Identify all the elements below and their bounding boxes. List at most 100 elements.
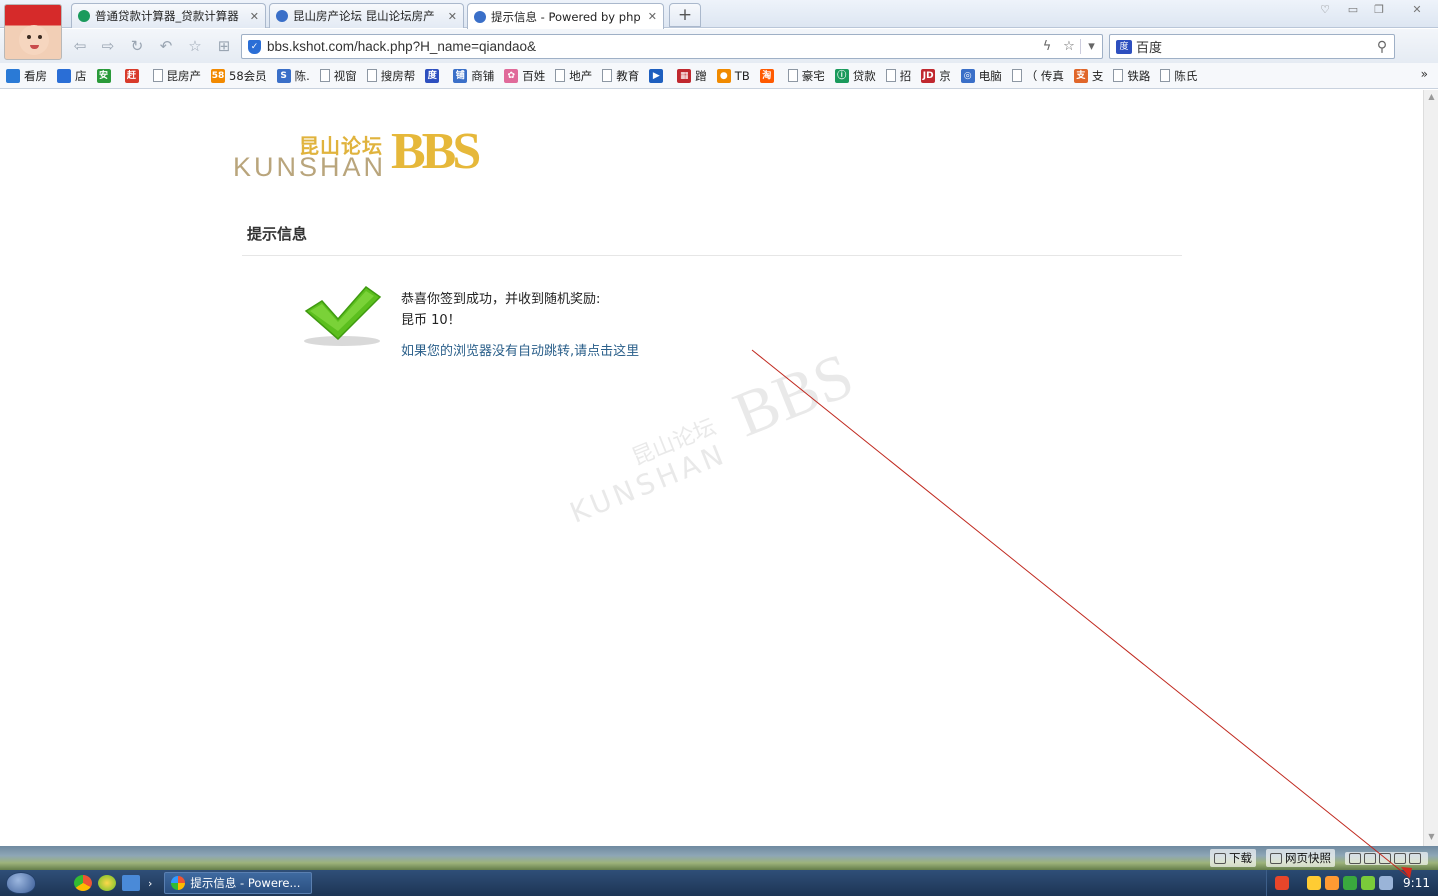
baidu-paw-icon[interactable]: 度 bbox=[1116, 39, 1132, 54]
qq-tray-icon[interactable] bbox=[1307, 876, 1322, 890]
tab-loan-calculator[interactable]: 普通贷款计算器_贷款计算器 ✕ bbox=[71, 3, 266, 28]
shield-tray-icon[interactable] bbox=[1343, 876, 1358, 890]
close-icon[interactable]: ✕ bbox=[648, 10, 657, 23]
search-icon[interactable]: ⚲ bbox=[1370, 39, 1394, 55]
clock[interactable]: 9:11 bbox=[1403, 876, 1430, 890]
address-url[interactable]: bbs.kshot.com/hack.php?H_name=qiandao& bbox=[267, 39, 1036, 54]
vertical-scrollbar[interactable]: ▲ ▼ bbox=[1423, 90, 1438, 846]
bookmark-item[interactable]: 安 bbox=[96, 68, 115, 83]
bookmark-item[interactable]: 店 bbox=[57, 68, 87, 84]
quicklaunch-chevron-icon[interactable]: › bbox=[148, 877, 152, 890]
bookmark-item[interactable]: ✿ 百姓 bbox=[504, 68, 545, 84]
success-check-icon bbox=[304, 285, 382, 346]
bookmark-label: 电脑 bbox=[978, 68, 1002, 83]
minimize-icon[interactable]: ▭ bbox=[1342, 2, 1364, 18]
snapshot-button[interactable]: 网页快照 bbox=[1266, 849, 1335, 867]
bookmark-item[interactable]: ▶ bbox=[649, 68, 667, 83]
tab-message[interactable]: 提示信息 - Powered by php ✕ bbox=[467, 3, 664, 29]
bookmark-item[interactable]: （ 传真 bbox=[1011, 68, 1064, 84]
logo-bbs: BBS bbox=[391, 123, 481, 180]
bookmarks-more-icon[interactable]: » bbox=[1421, 67, 1428, 81]
lightning-icon[interactable]: ϟ bbox=[1036, 39, 1058, 54]
tab-label: 提示信息 - Powered by php bbox=[491, 9, 641, 24]
dropdown-arrow-icon[interactable]: ▾ bbox=[1080, 39, 1102, 54]
forward-icon[interactable]: ⇨ bbox=[98, 37, 118, 55]
bookmark-item[interactable]: 陈氏 bbox=[1160, 68, 1197, 84]
page-icon bbox=[602, 69, 613, 82]
wechat-tray-icon[interactable] bbox=[1361, 876, 1376, 890]
bookmark-item[interactable]: 度 bbox=[425, 68, 443, 83]
navigation-bar: ⇦ ⇨ ↻ ↶ ☆ ⊞ ✓ bbs.kshot.com/hack.php?H_n… bbox=[0, 29, 1438, 81]
back-icon[interactable]: ⇦ bbox=[70, 37, 90, 55]
play-icon: ▶ bbox=[649, 68, 664, 83]
bookmark-item[interactable]: ⓘ 贷款 bbox=[834, 68, 876, 84]
success-message: 恭喜你签到成功，并收到随机奖励: bbox=[401, 292, 601, 307]
undo-close-icon[interactable]: ↶ bbox=[156, 37, 176, 55]
bookmark-item[interactable]: 视窗 bbox=[319, 68, 357, 84]
bookmark-item[interactable]: ▦ 蹭 bbox=[677, 68, 707, 84]
page-icon bbox=[885, 69, 896, 82]
status-tools[interactable] bbox=[1345, 851, 1428, 865]
bookmark-item[interactable]: 教育 bbox=[602, 68, 639, 84]
bookmark-item[interactable]: 搜房帮 bbox=[366, 68, 415, 84]
qq-browser-quicklaunch-icon[interactable] bbox=[98, 875, 116, 891]
redirect-link[interactable]: 如果您的浏览器没有自动跳转,请点击这里 bbox=[401, 340, 639, 359]
bookmark-label: 支 bbox=[1091, 68, 1104, 83]
user-avatar[interactable] bbox=[4, 4, 62, 60]
bookmark-item[interactable]: 豪宅 bbox=[787, 68, 825, 84]
page-content: 昆山论坛 KUNSHAN BBS 提示信息 恭喜你签到成功，并收到随机奖励: 昆… bbox=[0, 90, 1423, 846]
bookmark-item[interactable]: 铁路 bbox=[1113, 68, 1150, 84]
apps-grid-icon[interactable]: ⊞ bbox=[214, 37, 234, 55]
security-shield-icon: ✓ bbox=[248, 39, 261, 54]
chrome-quicklaunch-icon[interactable] bbox=[74, 875, 92, 891]
bookmark-item[interactable]: ◎ 电脑 bbox=[960, 68, 1002, 84]
tb-icon: ● bbox=[716, 68, 731, 83]
refresh-icon[interactable]: ↻ bbox=[127, 37, 147, 55]
bookmark-item[interactable]: 支支 bbox=[1073, 68, 1104, 84]
close-icon[interactable]: ✕ bbox=[250, 10, 259, 23]
bookmark-item[interactable]: 看房 bbox=[6, 68, 47, 84]
page-icon bbox=[1011, 69, 1022, 82]
favorite-star-icon[interactable]: ☆ bbox=[185, 37, 205, 55]
desktop-quicklaunch-icon[interactable] bbox=[122, 875, 140, 891]
skin-icon[interactable]: ♡ bbox=[1314, 2, 1336, 18]
kunshan-bbs-logo[interactable]: 昆山论坛 KUNSHAN BBS bbox=[233, 123, 495, 182]
restore-icon[interactable]: ❐ bbox=[1368, 2, 1390, 18]
qq-group-tray-icon[interactable] bbox=[1325, 876, 1340, 890]
avatar-eye bbox=[27, 35, 31, 39]
sogou-ime-icon[interactable] bbox=[1275, 876, 1290, 890]
bookmark-star-icon[interactable]: ☆ bbox=[1058, 39, 1080, 54]
scroll-up-icon[interactable]: ▲ bbox=[1427, 92, 1436, 101]
bookmark-item[interactable]: S 陈. bbox=[276, 68, 310, 84]
bookmark-label: 招 bbox=[899, 68, 912, 83]
address-bar[interactable]: ✓ bbs.kshot.com/hack.php?H_name=qiandao&… bbox=[241, 34, 1103, 59]
forum-site-icon bbox=[474, 10, 486, 23]
bookmark-item[interactable]: JD 京 bbox=[921, 68, 951, 84]
close-icon[interactable]: ✕ bbox=[448, 10, 457, 23]
search-engine-label[interactable]: 百度 bbox=[1136, 37, 1370, 56]
bookmark-item[interactable]: 赶 bbox=[124, 68, 143, 83]
bookmark-label: 视窗 bbox=[333, 68, 357, 83]
download-icon bbox=[1214, 852, 1226, 864]
bookmark-item[interactable]: 地产 bbox=[555, 68, 592, 84]
screen: 普通贷款计算器_贷款计算器 ✕ 昆山房产论坛 昆山论坛房产 ✕ 提示信息 - P… bbox=[0, 0, 1438, 896]
network-tray-icon[interactable] bbox=[1379, 876, 1394, 890]
download-button[interactable]: 下载 bbox=[1210, 849, 1256, 867]
bookmark-item[interactable]: 铺商铺 bbox=[453, 68, 494, 84]
bookmark-item[interactable]: 淘 bbox=[759, 68, 778, 83]
search-box[interactable]: 度 百度 ⚲ bbox=[1109, 34, 1395, 59]
bookmark-item[interactable]: 招 bbox=[885, 68, 912, 84]
bookmark-item[interactable]: 昆房产 bbox=[152, 68, 201, 84]
mute-icon bbox=[1379, 852, 1391, 864]
tab-bar: 普通贷款计算器_贷款计算器 ✕ 昆山房产论坛 昆山论坛房产 ✕ 提示信息 - P… bbox=[0, 0, 1438, 29]
start-button[interactable] bbox=[0, 870, 42, 896]
bookmark-item[interactable]: 58 58会员 bbox=[211, 68, 267, 84]
tab-kunshan-forum[interactable]: 昆山房产论坛 昆山论坛房产 ✕ bbox=[269, 3, 464, 28]
bookmark-item[interactable]: ● TB bbox=[716, 68, 750, 83]
taskbar-window-item[interactable]: 提示信息 - Powere... bbox=[164, 872, 313, 894]
page-icon bbox=[1160, 69, 1171, 82]
close-window-icon[interactable]: ✕ bbox=[1406, 2, 1428, 18]
new-tab-button[interactable]: + bbox=[669, 3, 701, 27]
page-icon bbox=[555, 69, 566, 82]
scroll-down-icon[interactable]: ▼ bbox=[1427, 832, 1436, 841]
